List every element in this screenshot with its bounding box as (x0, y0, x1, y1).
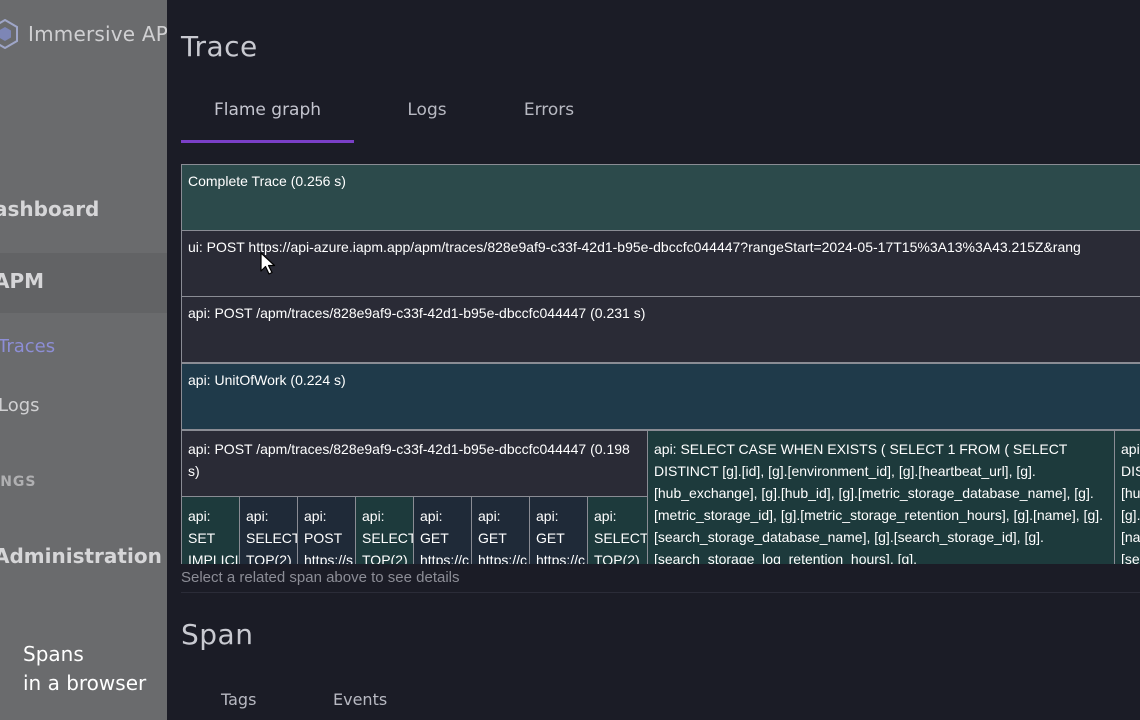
flame-graph: Complete Trace (0.256 s) ui: POST https:… (181, 164, 1140, 564)
brand[interactable]: Immersive API (0, 14, 167, 54)
span-select-top[interactable]: api: SELECT TOP(2) (587, 496, 648, 564)
span-select-top[interactable]: api: SELECT TOP(2) (239, 496, 298, 564)
span-get-https[interactable]: api: GET https://c (529, 496, 588, 564)
span-label: api: POST /apm/traces/828e9af9-c33f-42d1… (188, 441, 630, 479)
tab-flame-graph[interactable]: Flame graph (181, 90, 354, 144)
tab-events[interactable]: Events (333, 690, 387, 709)
divider (181, 592, 1140, 593)
sidebar: Immersive API ashboard APM Traces Logs I… (0, 0, 167, 720)
sidebar-item-apm[interactable]: APM (0, 269, 44, 293)
span-label: Complete Trace (0.256 s) (188, 173, 346, 189)
sidebar-item-logs[interactable]: Logs (0, 395, 40, 416)
span-label: api: POST https://s (304, 508, 354, 564)
span-label: api: SELECT TOP(2) (362, 508, 414, 564)
tab-tags[interactable]: Tags (221, 690, 256, 709)
span-label: api: SELECT TOP(2) (594, 508, 648, 564)
main-content: Trace Flame graph Logs Errors Complete T… (167, 0, 1140, 720)
span-label: api: SET IMPLICIT (188, 508, 239, 564)
sidebar-item-administration[interactable]: Administration (0, 544, 162, 568)
sidebar-item-traces[interactable]: Traces (0, 336, 55, 357)
page-title: Trace (181, 30, 258, 63)
sidebar-item-dashboard[interactable]: ashboard (0, 197, 99, 221)
span-select-top[interactable]: api: SELECT TOP(2) (355, 496, 414, 564)
span-label: api: UnitOfWork (0.224 s) (188, 372, 346, 388)
span-get-https[interactable]: api: GET https://c (471, 496, 530, 564)
active-tab-indicator (181, 140, 354, 143)
span-selection-hint: Select a related span above to see detai… (181, 569, 460, 586)
span-label: api: GET https://c (420, 508, 470, 564)
span-api-post-inner[interactable]: api: POST /apm/traces/828e9af9-c33f-42d1… (181, 430, 648, 497)
span-label: api: GET https://c (536, 508, 586, 564)
span-set-implicit[interactable]: api: SET IMPLICIT (181, 496, 240, 564)
span-post-https[interactable]: api: POST https://s (297, 496, 356, 564)
trace-tabs: Flame graph Logs Errors (181, 90, 1140, 144)
span-label: api: GET https://c (478, 508, 528, 564)
span-get-https[interactable]: api: GET https://c (413, 496, 472, 564)
span-select-distinct[interactable]: api: DISTINCT [hub [g].[ [name [sea (1114, 430, 1140, 564)
span-select-case[interactable]: api: SELECT CASE WHEN EXISTS ( SELECT 1 … (647, 430, 1115, 564)
span-unit-of-work[interactable]: api: UnitOfWork (0.224 s) (181, 363, 1140, 430)
mouse-cursor-icon (260, 252, 276, 275)
hexagon-logo-icon (0, 19, 18, 49)
tab-errors[interactable]: Errors (499, 90, 599, 144)
span-label: api: DISTINCT [hub [g].[ [name [sea (1121, 441, 1140, 564)
video-caption: Spans in a browser (23, 640, 146, 698)
span-section-title: Span (181, 618, 254, 651)
span-label: ui: POST https://api-azure.iapm.app/apm/… (188, 239, 1081, 255)
span-label: api: SELECT TOP(2) (246, 508, 298, 564)
span-ui-post[interactable]: ui: POST https://api-azure.iapm.app/apm/… (181, 230, 1140, 297)
sidebar-section-label: INGS (0, 474, 37, 490)
caption-line-2: in a browser (23, 671, 147, 695)
span-label: api: SELECT CASE WHEN EXISTS ( SELECT 1 … (654, 441, 1104, 564)
app-name: Immersive API (28, 22, 167, 46)
span-complete-trace[interactable]: Complete Trace (0.256 s) (181, 164, 1140, 231)
tab-logs[interactable]: Logs (377, 90, 477, 144)
span-api-post[interactable]: api: POST /apm/traces/828e9af9-c33f-42d1… (181, 296, 1140, 363)
span-label: api: POST /apm/traces/828e9af9-c33f-42d1… (188, 305, 646, 321)
caption-line-1: Spans (23, 642, 84, 666)
